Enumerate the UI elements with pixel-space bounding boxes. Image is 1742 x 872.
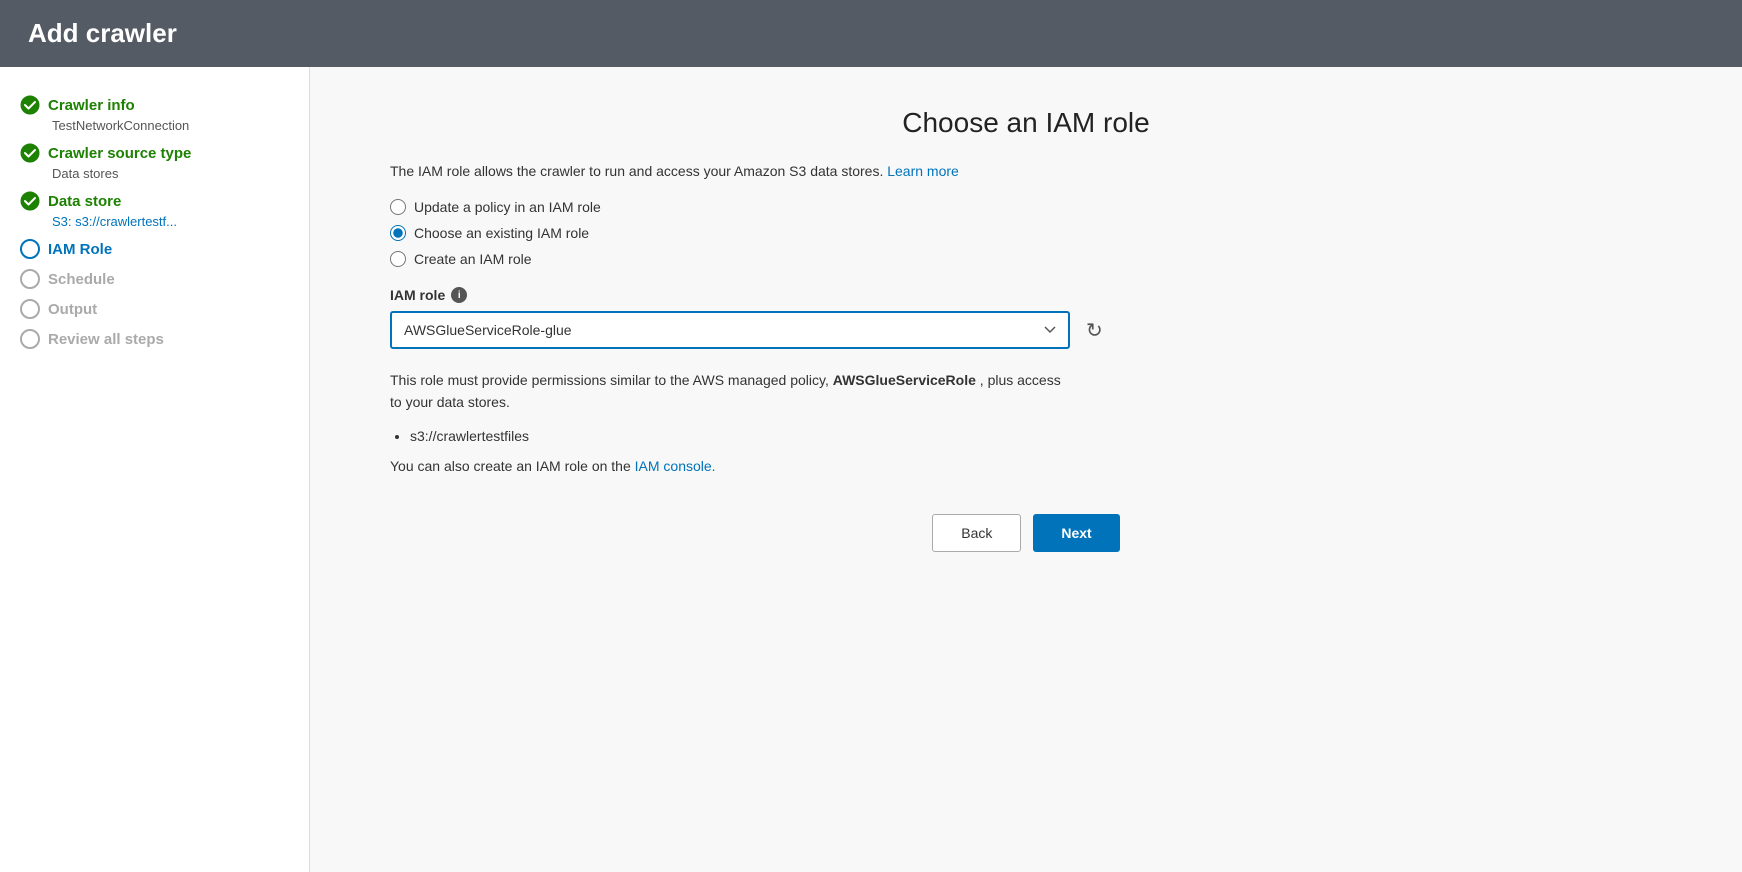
iam-console-link[interactable]: IAM console. [635, 458, 716, 474]
iam-role-description: The IAM role allows the crawler to run a… [390, 163, 1070, 179]
checkmark-circle-icon-2 [20, 143, 40, 163]
radio-choose-existing[interactable]: Choose an existing IAM role [390, 225, 1662, 241]
radio-update-policy-label: Update a policy in an IAM role [414, 199, 601, 215]
sidebar-item-crawler-info[interactable]: Crawler info TestNetworkConnection [20, 95, 289, 133]
button-row: Back Next [390, 514, 1662, 552]
data-store-item: s3://crawlertestfiles [410, 428, 1662, 444]
radio-update-policy[interactable]: Update a policy in an IAM role [390, 199, 1662, 215]
sidebar-item-output[interactable]: Output [20, 299, 289, 319]
sidebar-item-data-store[interactable]: Data store S3: s3://crawlertestf... [20, 191, 289, 229]
sidebar-item-review-all-steps[interactable]: Review all steps [20, 329, 289, 349]
sidebar-sub-label-data-store[interactable]: S3: s3://crawlertestf... [52, 214, 289, 229]
main-layout: Crawler info TestNetworkConnection Crawl… [0, 67, 1742, 872]
role-policy-name: AWSGlueServiceRole [833, 372, 976, 388]
sidebar-step-label-review-all-steps: Review all steps [48, 331, 164, 348]
radio-choose-existing-label: Choose an existing IAM role [414, 225, 589, 241]
circle-icon-schedule [20, 269, 40, 289]
checkmark-circle-icon [20, 95, 40, 115]
page-header: Add crawler [0, 0, 1742, 67]
back-button[interactable]: Back [932, 514, 1021, 552]
radio-choose-existing-input[interactable] [390, 225, 406, 241]
radio-create-new-label: Create an IAM role [414, 251, 532, 267]
sidebar-step-label-crawler-source-type: Crawler source type [48, 145, 191, 162]
radio-create-new-input[interactable] [390, 251, 406, 267]
learn-more-link[interactable]: Learn more [887, 163, 959, 179]
sidebar-step-label-data-store: Data store [48, 193, 121, 210]
refresh-iam-roles-button[interactable]: ↻ [1082, 314, 1107, 347]
sidebar-sub-label-crawler-source-type: Data stores [52, 166, 289, 181]
iam-role-label-text: IAM role [390, 287, 445, 303]
iam-console-note: You can also create an IAM role on the I… [390, 458, 1070, 474]
sidebar-item-iam-role[interactable]: IAM Role [20, 239, 289, 259]
sidebar-step-label-iam-role: IAM Role [48, 241, 112, 258]
iam-role-field-label: IAM role i [390, 287, 1662, 303]
sidebar-sub-label-crawler-info: TestNetworkConnection [52, 118, 289, 133]
checkmark-circle-icon-3 [20, 191, 40, 211]
circle-icon-iam-role [20, 239, 40, 259]
next-button[interactable]: Next [1033, 514, 1119, 552]
role-desc-part1: This role must provide permissions simil… [390, 372, 829, 388]
iam-role-select-row: AWSGlueServiceRole-glue ↻ [390, 311, 1662, 349]
circle-icon-output [20, 299, 40, 319]
circle-icon-review [20, 329, 40, 349]
radio-update-policy-input[interactable] [390, 199, 406, 215]
sidebar-step-label-output: Output [48, 301, 97, 318]
sidebar-item-crawler-source-type[interactable]: Crawler source type Data stores [20, 143, 289, 181]
choose-iam-role-title: Choose an IAM role [390, 107, 1662, 139]
description-text: The IAM role allows the crawler to run a… [390, 163, 883, 179]
sidebar-step-label-crawler-info: Crawler info [48, 97, 135, 114]
sidebar-item-schedule[interactable]: Schedule [20, 269, 289, 289]
role-description-text: This role must provide permissions simil… [390, 369, 1070, 414]
data-stores-list: s3://crawlertestfiles [410, 428, 1662, 444]
radio-create-new[interactable]: Create an IAM role [390, 251, 1662, 267]
iam-console-note-text: You can also create an IAM role on the [390, 458, 631, 474]
sidebar-step-label-schedule: Schedule [48, 271, 115, 288]
main-content-area: Choose an IAM role The IAM role allows t… [310, 67, 1742, 872]
iam-role-select[interactable]: AWSGlueServiceRole-glue [390, 311, 1070, 349]
page-title: Add crawler [28, 18, 177, 48]
sidebar: Crawler info TestNetworkConnection Crawl… [0, 67, 310, 872]
iam-role-radio-group: Update a policy in an IAM role Choose an… [390, 199, 1662, 267]
iam-role-info-icon[interactable]: i [451, 287, 467, 303]
